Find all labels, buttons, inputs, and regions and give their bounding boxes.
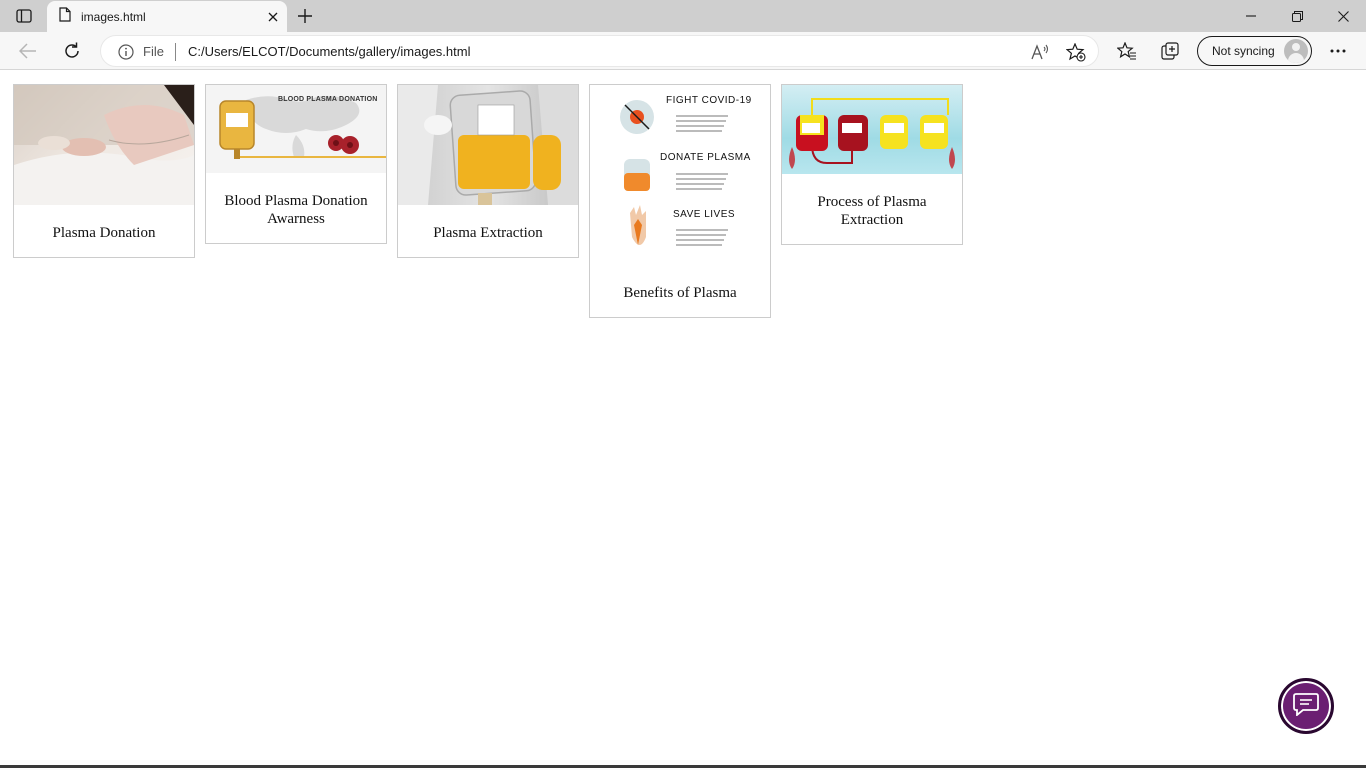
- tab-strip: images.html: [0, 0, 1366, 32]
- gallery-card-plasma-donation[interactable]: Plasma Donation: [13, 84, 195, 258]
- tab-title: images.html: [81, 9, 146, 24]
- gallery-card-benefits-of-plasma[interactable]: FIGHT COVID-19 DONATE PLASMA SAVE LIVES …: [589, 84, 771, 318]
- new-tab-icon[interactable]: [293, 4, 317, 28]
- plasma-awareness-poster[interactable]: BLOOD PLASMA DONATION: [206, 85, 386, 173]
- poster-title: BLOOD PLASMA DONATION: [278, 96, 378, 103]
- tab-actions-icon[interactable]: [10, 6, 38, 26]
- chat-button[interactable]: [1278, 678, 1334, 734]
- gallery-caption: Plasma Extraction: [433, 225, 543, 241]
- plasma-donation-photo[interactable]: [14, 85, 194, 205]
- address-divider: [175, 43, 176, 61]
- minimize-icon[interactable]: [1228, 0, 1274, 32]
- poster-heading-fight-covid: FIGHT COVID-19: [666, 95, 752, 106]
- chat-icon: [1293, 692, 1319, 721]
- close-tab-icon[interactable]: [259, 3, 287, 31]
- profile-button[interactable]: Not syncing: [1197, 36, 1312, 66]
- gallery-caption: Plasma Donation: [52, 225, 156, 241]
- profile-status-label: Not syncing: [1212, 44, 1275, 58]
- address-bar[interactable]: File C:/Users/ELCOT/Documents/gallery/im…: [100, 35, 1099, 67]
- read-aloud-icon[interactable]: [1029, 42, 1051, 62]
- back-icon[interactable]: [13, 36, 43, 66]
- gallery-caption: Process of Plasma Extraction: [817, 194, 927, 228]
- refresh-icon[interactable]: [57, 36, 87, 66]
- gallery-caption: Benefits of Plasma: [623, 285, 737, 301]
- collections-icon[interactable]: [1156, 36, 1186, 66]
- poster-heading-save-lives: SAVE LIVES: [673, 209, 736, 220]
- plasma-bag-photo[interactable]: [398, 85, 578, 205]
- page-file-icon: [59, 6, 71, 27]
- plasma-process-illustration[interactable]: [782, 85, 962, 174]
- gallery-caption: Blood Plasma Donation Awarness: [224, 193, 368, 227]
- url-text[interactable]: C:/Users/ELCOT/Documents/gallery/images.…: [188, 44, 470, 59]
- plasma-benefits-infographic[interactable]: FIGHT COVID-19 DONATE PLASMA SAVE LIVES: [590, 85, 770, 265]
- avatar-icon: [1284, 39, 1308, 63]
- page-content: Plasma Donation BLOOD PLASMA DONATION Bl…: [0, 71, 1366, 765]
- gallery-card-plasma-extraction[interactable]: Plasma Extraction: [397, 84, 579, 258]
- browser-toolbar: File C:/Users/ELCOT/Documents/gallery/im…: [0, 32, 1366, 70]
- restore-icon[interactable]: [1274, 0, 1320, 32]
- more-options-icon[interactable]: [1323, 36, 1353, 66]
- add-favorite-icon[interactable]: [1064, 41, 1088, 63]
- poster-heading-donate-plasma: DONATE PLASMA: [660, 152, 751, 163]
- gallery-card-process-of-plasma[interactable]: Process of Plasma Extraction: [781, 84, 963, 245]
- close-window-icon[interactable]: [1320, 0, 1366, 32]
- url-scheme-label: File: [143, 44, 164, 59]
- favorites-icon[interactable]: [1112, 36, 1142, 66]
- tab-images-html[interactable]: images.html: [47, 1, 287, 32]
- gallery-card-plasma-awareness[interactable]: BLOOD PLASMA DONATION Blood Plasma Donat…: [205, 84, 387, 244]
- site-info-icon[interactable]: [117, 44, 135, 60]
